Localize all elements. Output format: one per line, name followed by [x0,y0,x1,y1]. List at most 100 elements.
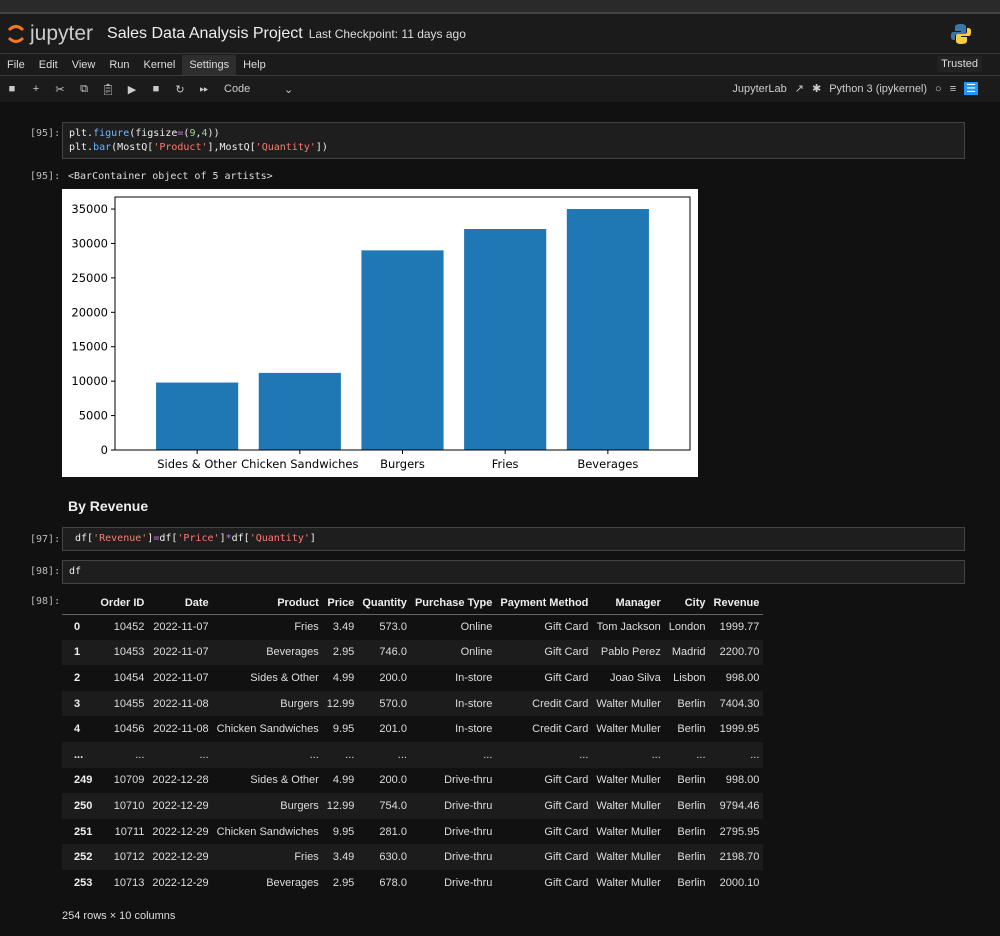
column-header [62,592,97,615]
table-cell: 754.0 [358,793,411,819]
column-header: Order ID [96,592,149,615]
table-cell: 746.0 [358,639,411,666]
property-inspector-icon[interactable]: ☰ [964,82,978,95]
run-icon[interactable]: ▶ [120,83,144,96]
code-cell-revenue[interactable]: df['Revenue']=df['Price']*df['Quantity'] [62,527,965,551]
table-cell: Madrid [664,639,710,666]
table-cell: 12.99 [322,690,359,717]
window-title-strip [0,0,1000,14]
y-tick-label: 10000 [71,374,108,388]
table-cell: 2000.10 [719,876,760,889]
table-cell: 1999.77 [719,621,760,634]
stop-icon[interactable]: ■ [144,83,168,95]
dataframe-shape: 254 rows × 10 columns [62,910,176,922]
table-cell: 201.0 [379,723,407,736]
y-tick-label: 5000 [79,409,108,423]
table-cell: 998.00 [725,671,760,684]
table-cell: Drive-thru [444,876,493,889]
trusted-indicator[interactable]: Trusted [937,56,982,72]
cell-type-select[interactable]: Code [224,83,284,95]
input-prompt: [97]: [30,534,61,545]
column-header: Date [148,592,213,615]
table-cell: 9.95 [332,825,355,838]
menu-file[interactable]: File [0,55,32,75]
table-cell: 3.49 [322,844,359,870]
table-cell: Berlin [664,793,710,819]
notebook-title[interactable]: Sales Data Analysis Project [107,25,303,43]
table-cell: Gift Card [496,639,593,666]
run-all-icon[interactable]: ⏩︎ [192,83,216,96]
table-cell: 200.0 [379,774,407,787]
notebook-header: jupyter Sales Data Analysis Project Last… [0,14,1000,54]
table-cell: 1999.95 [719,723,760,736]
menu-help[interactable]: Help [236,55,273,75]
menu-view[interactable]: View [65,55,103,75]
table-cell: 2022-11-08 [148,690,213,717]
input-prompt: [95]: [30,128,61,139]
table-row: 1 10453 2022-11-07 Beverages 2.95 746.0 Online… [62,639,764,666]
table-cell: 10455 [96,690,149,717]
y-tick-label: 35000 [71,202,108,216]
table-cell: 3.49 [332,621,355,634]
table-cell: Walter Muller [592,690,665,717]
table-cell: Chicken Sandwiches [216,723,319,736]
table-cell: 281.0 [379,825,407,838]
table-cell: Gift Card [544,621,589,634]
table-cell: Beverages [266,876,319,889]
row-index: 3 [62,690,97,717]
copy-icon[interactable]: ⧉ [72,83,96,96]
debug-icon[interactable]: ✱ [812,82,821,95]
column-header: Quantity [358,592,411,615]
table-cell: 10712 [96,844,149,870]
table-cell: ... [410,741,497,768]
add-cell-icon[interactable]: + [24,83,48,95]
table-cell: 2022-11-08 [153,723,209,736]
menu-kernel[interactable]: Kernel [137,55,183,75]
table-cell: Berlin [677,774,706,787]
open-jupyterlab-link[interactable]: JupyterLab [732,83,786,95]
jupyter-logo[interactable]: jupyter [6,22,93,46]
table-cell: Lisbon [673,671,706,684]
markdown-heading: By Revenue [68,498,149,514]
menu-edit[interactable]: Edit [32,55,65,75]
table-cell: 2022-11-07 [153,671,209,684]
bar [566,209,649,450]
bar [258,372,341,450]
menu-icon[interactable]: ≡ [950,83,956,95]
table-cell: Drive-thru [410,844,497,870]
table-cell: Online [460,621,493,634]
external-link-icon: ↗ [794,83,804,95]
kernel-name[interactable]: Python 3 (ipykernel) [829,83,927,95]
y-tick-label: 30000 [71,236,108,250]
table-cell: 4.99 [332,671,355,684]
notebook-toolbar: ■ + ✂ ⧉ 📋︎ ▶ ■ ↻ ⏩︎ Code ⌄ JupyterLab ↗ … [0,76,1000,102]
table-row: 253 10713 2022-12-29 Beverages 2.95 678.0 Driv… [62,870,763,896]
paste-icon[interactable]: 📋︎ [96,83,120,96]
save-icon[interactable]: ■ [0,83,24,95]
chevron-down-icon[interactable]: ⌄ [284,83,293,96]
table-cell: Sides & Other [250,671,319,684]
menu-settings[interactable]: Settings [182,54,237,75]
table-cell: Burgers [212,793,323,819]
y-tick-label: 25000 [71,271,108,285]
code-cell-figure[interactable]: plt.figure(figsize=(9,4)) plt.bar(MostQ[… [62,122,965,159]
notebook-area: [95]: plt.figure(figsize=(9,4)) plt.bar(… [0,104,1000,936]
table-cell: In-store [455,671,493,684]
row-index: 1 [62,639,97,666]
menu-run[interactable]: Run [102,55,136,75]
bar-chart: Sides & Other Chicken Sandwiches Burgers Fr… [62,189,698,477]
table-row: 249 10709 2022-12-28 Sides & Other 4.99 200.0… [62,768,763,794]
table-cell: Gift Card [544,876,589,889]
table-cell: 2022-12-28 [152,774,209,787]
restart-icon[interactable]: ↻ [168,83,192,96]
table-cell: Fries [294,621,319,634]
cut-icon[interactable]: ✂ [48,83,72,96]
table-cell: 2.95 [322,639,359,666]
table-row: 251 10711 2022-12-29 Chicken Sandwiches 9.95… [62,819,763,845]
code-cell-df[interactable]: df [62,560,965,584]
table-cell: ... [709,741,764,768]
table-cell: ... [212,741,323,768]
table-cell: 9794.46 [709,793,764,819]
row-index: 251 [74,825,93,838]
table-cell: 2022-11-07 [153,621,209,634]
